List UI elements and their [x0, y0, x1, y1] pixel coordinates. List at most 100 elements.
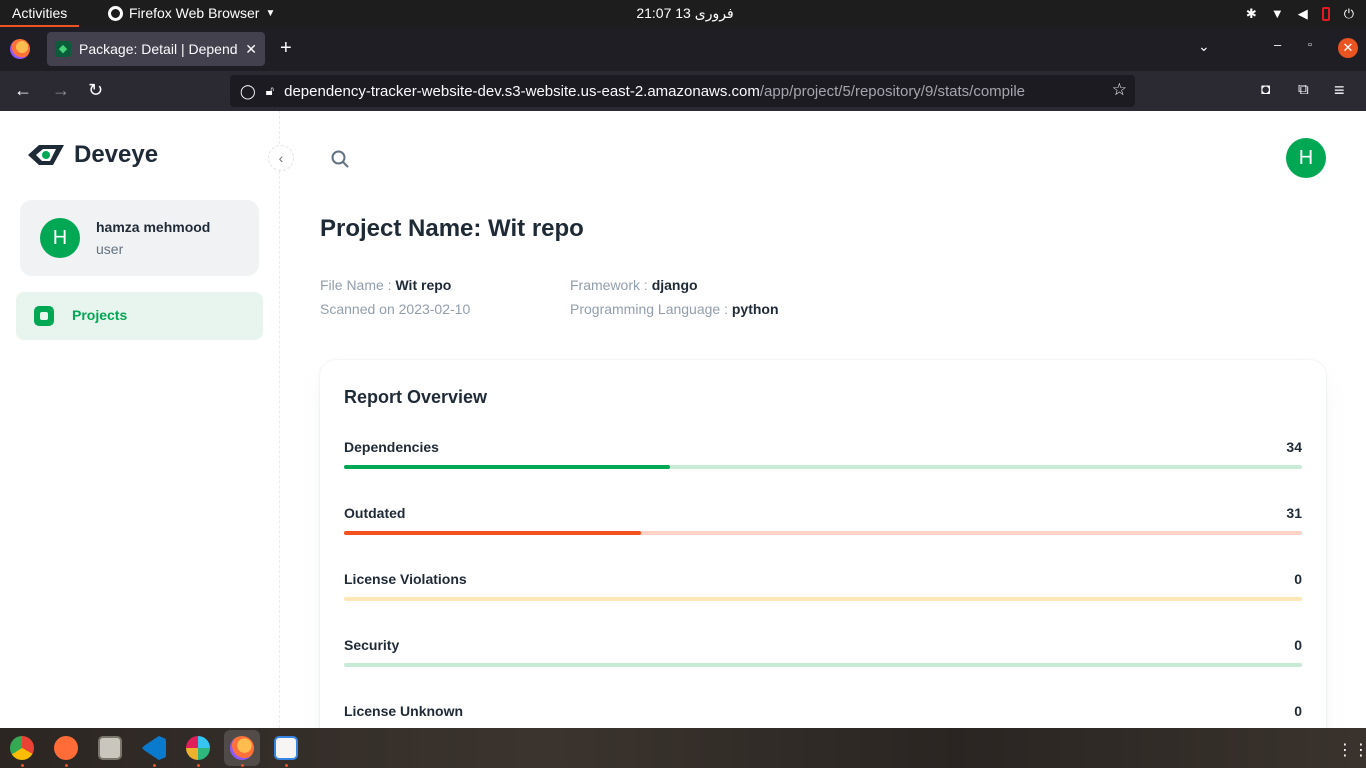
ubuntu-dock: ⋮⋮⋮ [0, 728, 1366, 768]
metric-license-violations: License Violations 0 [344, 571, 1302, 611]
file-name-value: Wit repo [395, 277, 452, 293]
url-host: dependency-tracker-website-dev.s3-websit… [284, 82, 760, 100]
tab-title: Package: Detail | Dependency [79, 41, 238, 57]
web-page: Deveye H hamza mehmood user Projects ‹ H… [0, 111, 1366, 728]
extensions-icon[interactable]: ⧉ [1298, 80, 1309, 100]
chrome-icon[interactable] [10, 736, 34, 760]
new-tab-button[interactable]: + [280, 37, 292, 59]
postman-icon[interactable] [54, 736, 78, 760]
sidebar-item-label: Projects [72, 307, 128, 323]
firefox-icon[interactable] [230, 736, 254, 760]
progress-track [344, 531, 1302, 535]
battery-icon[interactable] [1321, 6, 1330, 21]
scanned-on-label: Scanned on [320, 301, 399, 317]
progress-track [344, 465, 1302, 469]
hamburger-menu-icon[interactable]: ≡ [1334, 80, 1345, 100]
progress-fill [344, 531, 641, 535]
clock[interactable]: 21:07 13 فروری [610, 0, 760, 27]
scanned-on-row: Scanned on 2023-02-10 [320, 301, 470, 317]
show-applications-icon[interactable]: ⋮⋮⋮ [1337, 740, 1366, 760]
wifi-icon[interactable]: ▼ [1271, 6, 1284, 21]
deveye-favicon-icon: ◆ [55, 41, 71, 57]
framework-row: Framework : django [570, 277, 698, 293]
system-tray[interactable]: ✱ ▼ ◀ ⏻ [1246, 0, 1354, 27]
metric-label: Security [344, 637, 400, 653]
framework-label: Framework : [570, 277, 652, 293]
metric-label: Dependencies [344, 439, 439, 455]
metric-license-unknown: License Unknown 0 [344, 703, 1302, 728]
progress-fill [344, 465, 670, 469]
activities-button[interactable]: Activities [0, 0, 80, 27]
language-row: Programming Language : python [570, 301, 779, 317]
file-name-label: File Name : [320, 277, 396, 293]
metric-label: License Unknown [344, 703, 464, 719]
slack-icon[interactable]: ✱ [1246, 6, 1257, 22]
search-icon[interactable] [330, 149, 350, 169]
brand-name: Deveye [74, 141, 159, 168]
user-card: H hamza mehmood user [20, 200, 259, 276]
forward-icon[interactable]: → [52, 80, 70, 100]
framework-value: django [651, 277, 698, 293]
report-overview-title: Report Overview [344, 387, 488, 407]
power-icon[interactable]: ⏻ [1344, 6, 1354, 22]
browser-tab[interactable]: ◆ Package: Detail | Dependency ✕ [47, 32, 265, 66]
metric-value: 0 [1294, 571, 1302, 587]
window-close-icon[interactable]: ✕ [1338, 38, 1358, 58]
text-editor-icon[interactable] [274, 736, 298, 760]
tab-close-icon[interactable]: ✕ [245, 41, 257, 58]
running-indicator [285, 764, 288, 767]
progress-track [344, 597, 1302, 601]
browser-nav-bar: ← → ↻ ◯ 🔓︎ dependency-tracker-website-de… [0, 71, 1366, 111]
metric-value: 31 [1286, 505, 1302, 521]
running-indicator [21, 764, 24, 767]
projects-icon [34, 306, 54, 326]
url-path: /app/project/5/repository/9/stats/compil… [759, 82, 1026, 100]
language-label: Programming Language : [570, 301, 732, 317]
sidebar-item-projects[interactable]: Projects [16, 292, 263, 340]
vscode-icon[interactable] [142, 736, 166, 760]
deveye-logo-icon [28, 145, 64, 165]
metric-dependencies: Dependencies 34 [344, 439, 1302, 479]
pocket-icon[interactable]: ◘ [1261, 80, 1270, 100]
report-overview-card: Report Overview Dependencies 34 Outdated… [320, 360, 1326, 728]
metric-value: 0 [1294, 703, 1302, 719]
metric-label: License Violations [344, 571, 467, 587]
slack-icon[interactable] [186, 736, 210, 760]
collapse-sidebar-button[interactable]: ‹ [268, 145, 294, 171]
scanned-on-value: 2023-02-10 [398, 301, 471, 317]
running-indicator [65, 764, 68, 767]
avatar: H [40, 218, 80, 258]
running-indicator [197, 764, 200, 767]
file-name-row: File Name : Wit repo [320, 277, 451, 293]
firefox-app-icon [108, 6, 123, 21]
list-all-tabs-icon[interactable]: ⌄ [1198, 38, 1210, 55]
system-top-bar: Activities Firefox Web Browser ▼ 21:07 1… [0, 0, 1366, 27]
metric-value: 34 [1286, 439, 1302, 455]
language-value: python [731, 301, 779, 317]
bookmark-star-icon[interactable]: ☆ [1112, 80, 1127, 100]
user-name: hamza mehmood [96, 219, 211, 235]
sidebar: Deveye H hamza mehmood user Projects [0, 111, 280, 728]
back-icon[interactable]: ← [14, 80, 32, 100]
running-indicator [153, 764, 156, 767]
url-bar[interactable]: ◯ 🔓︎ dependency-tracker-website-dev.s3-w… [230, 75, 1135, 107]
maximize-icon[interactable]: ▫ [1308, 39, 1312, 51]
app-menu[interactable]: Firefox Web Browser ▼ [108, 0, 275, 27]
firefox-view-icon[interactable] [10, 39, 30, 59]
progress-track [344, 663, 1302, 667]
volume-icon[interactable]: ◀ [1298, 6, 1308, 22]
metric-security: Security 0 [344, 637, 1302, 677]
minimize-icon[interactable]: – [1274, 37, 1281, 52]
metric-label: Outdated [344, 505, 406, 521]
metric-value: 0 [1294, 637, 1302, 653]
running-indicator [241, 764, 244, 767]
account-avatar-button[interactable]: H [1286, 138, 1326, 178]
insecure-lock-icon[interactable]: 🔓︎ [266, 83, 274, 99]
user-role: user [96, 241, 124, 257]
brand-logo[interactable]: Deveye [26, 141, 158, 169]
files-icon[interactable] [98, 736, 122, 760]
reload-icon[interactable]: ↻ [88, 80, 103, 100]
page-title: Project Name: Wit repo [320, 215, 584, 242]
tracking-protection-icon[interactable]: ◯ [240, 83, 256, 100]
metric-outdated: Outdated 31 [344, 505, 1302, 545]
